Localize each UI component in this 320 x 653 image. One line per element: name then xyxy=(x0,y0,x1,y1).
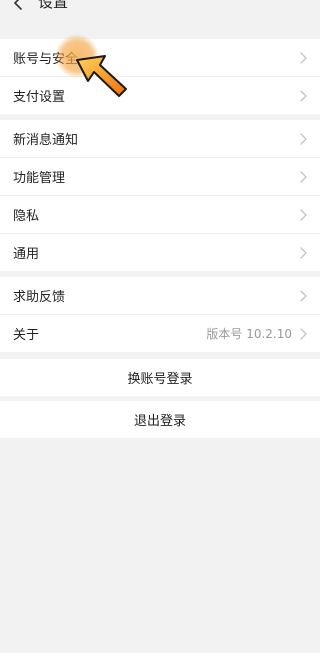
settings-group-general: 新消息通知 功能管理 隐私 通用 xyxy=(0,120,320,271)
settings-group-help: 求助反馈 关于 版本号 10.2.10 xyxy=(0,277,320,352)
settings-item-label: 关于 xyxy=(13,328,40,343)
settings-item-feature-management[interactable]: 功能管理 xyxy=(0,158,320,196)
top-bar: 设置 xyxy=(0,0,320,22)
switch-account-button[interactable]: 换账号登录 xyxy=(0,359,320,396)
logout-button[interactable]: 退出登录 xyxy=(0,401,320,438)
settings-item-label: 新消息通知 xyxy=(13,133,79,148)
settings-item-label: 支付设置 xyxy=(13,90,66,105)
chevron-right-icon xyxy=(300,289,307,302)
settings-item-label: 通用 xyxy=(13,247,40,262)
settings-item-label: 账号与安全 xyxy=(13,52,79,67)
chevron-right-icon xyxy=(300,246,307,259)
chevron-right-icon xyxy=(300,132,307,145)
settings-item-label: 求助反馈 xyxy=(13,290,66,305)
chevron-right-icon xyxy=(300,89,307,102)
settings-item-help-feedback[interactable]: 求助反馈 xyxy=(0,277,320,315)
settings-item-account-security[interactable]: 账号与安全 xyxy=(0,39,320,77)
settings-group-account: 账号与安全 支付设置 xyxy=(0,39,320,114)
settings-item-about[interactable]: 关于 版本号 10.2.10 xyxy=(0,315,320,352)
chevron-right-icon xyxy=(300,327,307,340)
settings-item-payment[interactable]: 支付设置 xyxy=(0,77,320,114)
settings-item-general[interactable]: 通用 xyxy=(0,234,320,271)
chevron-right-icon xyxy=(300,51,307,64)
settings-item-label: 隐私 xyxy=(13,209,40,224)
chevron-right-icon xyxy=(300,170,307,183)
settings-item-label: 功能管理 xyxy=(13,171,66,186)
chevron-right-icon xyxy=(300,208,307,221)
page-title: 设置 xyxy=(38,0,69,11)
back-chevron-left-icon[interactable] xyxy=(10,0,28,12)
version-number: 版本号 10.2.10 xyxy=(206,327,292,341)
settings-item-privacy[interactable]: 隐私 xyxy=(0,196,320,234)
settings-item-notifications[interactable]: 新消息通知 xyxy=(0,120,320,158)
